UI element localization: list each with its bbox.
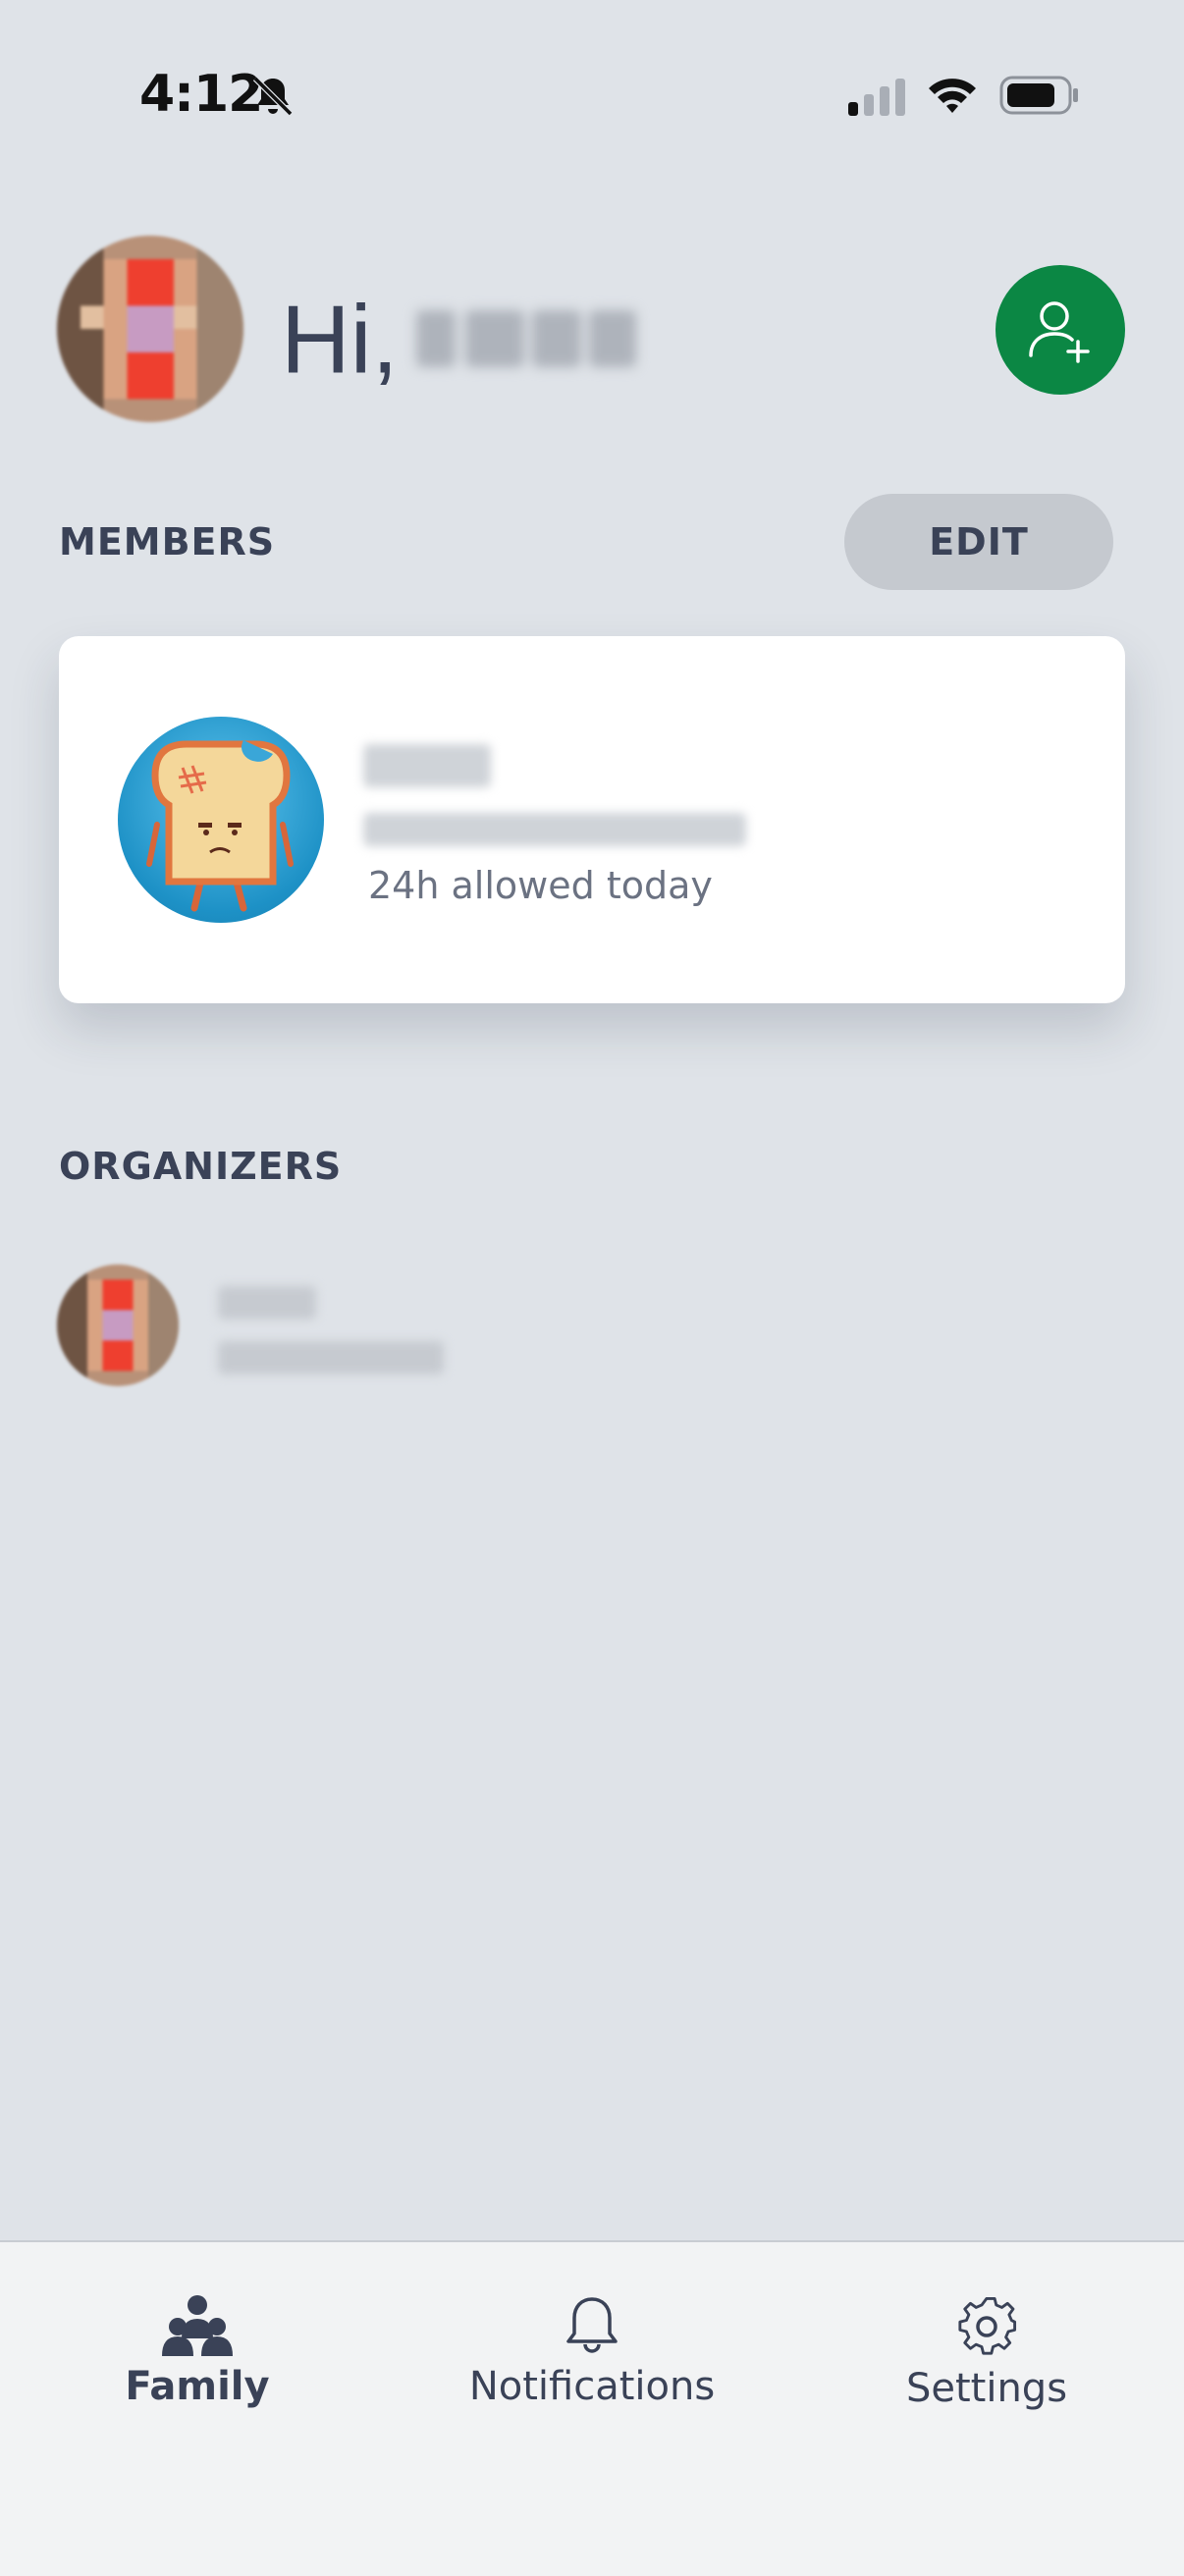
status-bar: 4:12: [0, 0, 1184, 196]
member-card[interactable]: 24h allowed today: [59, 636, 1125, 1003]
edit-button[interactable]: EDIT: [844, 494, 1113, 590]
greeting-text: Hi,: [281, 285, 399, 394]
wifi-icon: [929, 79, 976, 113]
family-icon: [162, 2295, 233, 2356]
members-section-label: MEMBERS: [59, 520, 276, 564]
tab-notifications-label: Notifications: [468, 2364, 716, 2409]
organizer-name-redacted: [218, 1286, 316, 1319]
tab-bar: Family Notifications Settings: [0, 2240, 1184, 2576]
tab-settings-label: Settings: [905, 2366, 1068, 2411]
battery-icon: [999, 76, 1078, 115]
member-email-redacted: [363, 813, 746, 846]
member-allowance-text: 24h allowed today: [368, 864, 713, 907]
add-member-button[interactable]: [996, 265, 1125, 395]
greeting: Hi,: [281, 277, 642, 396]
bell-slash-icon: [252, 76, 294, 117]
tab-family-label: Family: [125, 2364, 270, 2409]
bell-icon: [566, 2297, 618, 2353]
tab-notifications[interactable]: Notifications: [395, 2242, 789, 2439]
cellular-signal-icon: [848, 79, 905, 116]
tab-family[interactable]: Family: [0, 2242, 395, 2439]
toast-character-avatar: [118, 717, 324, 923]
organizer-avatar: [57, 1264, 179, 1386]
organizers-section-label: ORGANIZERS: [59, 1145, 343, 1188]
gear-icon: [958, 2296, 1017, 2355]
status-time: 4:12: [139, 65, 263, 124]
user-avatar[interactable]: [57, 236, 243, 422]
member-name-redacted: [363, 744, 491, 787]
add-person-icon: [1029, 301, 1090, 363]
tab-settings[interactable]: Settings: [789, 2242, 1184, 2439]
organizer-email-redacted: [218, 1341, 444, 1374]
user-name-redacted: [415, 298, 642, 381]
